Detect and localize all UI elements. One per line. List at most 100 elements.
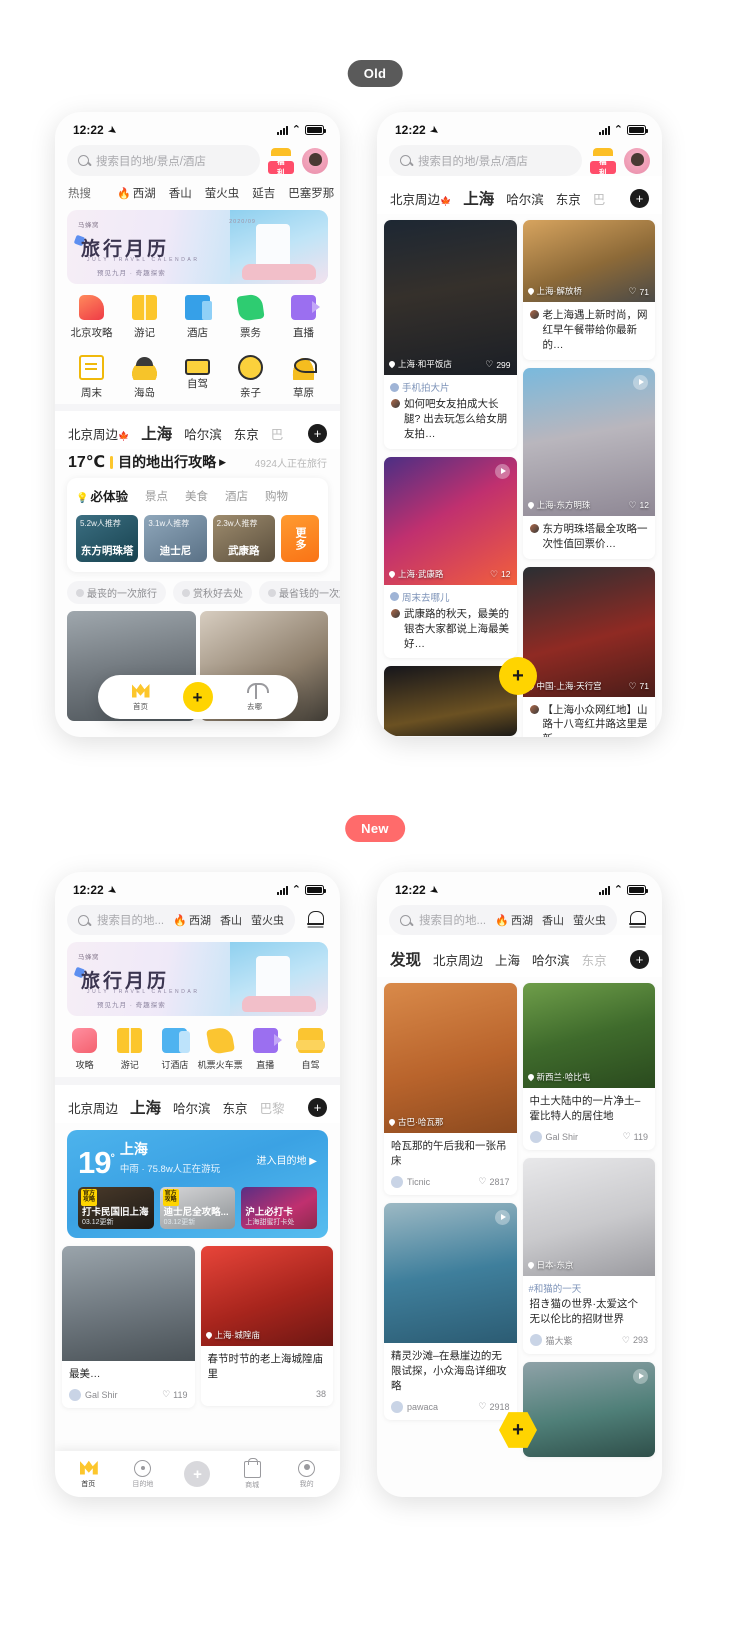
experience-item[interactable]: 2.3w人推荐 武康路 xyxy=(212,515,275,562)
add-city-button[interactable]: + xyxy=(630,188,649,208)
hot-chip-2[interactable]: 萤火虫 xyxy=(251,912,284,928)
hot-item-0[interactable]: 🔥 西湖 xyxy=(117,185,156,201)
search-input[interactable]: 搜索目的地... 🔥 西湖 香山 萤火虫 xyxy=(389,905,617,935)
hot-chip-0[interactable]: 🔥 西湖 xyxy=(495,912,533,928)
travel-calendar-banner[interactable]: 马蜂窝 2020/09 旅行月历 JULY TRAVEL CALENDAR 预见… xyxy=(67,210,328,284)
play-icon[interactable] xyxy=(494,1209,510,1225)
quick-entry-flight-train[interactable]: 机票火车票 xyxy=(198,1026,243,1071)
city-tab-tokyo[interactable]: 东京 xyxy=(556,189,581,208)
search-input[interactable]: 搜索目的地... 🔥 西湖 香山 萤火虫 xyxy=(67,905,295,935)
tab-destination[interactable]: 目的地 xyxy=(120,1459,166,1489)
feed-card[interactable]: 日本·东京 #和猫的一天 招き猫の世界·太爱这个无以伦比的招财世界 猫大紫 ♡ 2… xyxy=(522,1157,656,1354)
avatar[interactable] xyxy=(302,147,328,174)
tag-chip[interactable]: 赏秋好去处 xyxy=(173,581,252,604)
card-tag[interactable]: 周末去哪儿 xyxy=(384,585,517,604)
tag-chip[interactable]: 最丧的一次旅行 xyxy=(67,581,166,604)
card-likes[interactable]: ♡ 2817 xyxy=(478,1176,509,1187)
card-likes[interactable]: 38 xyxy=(316,1389,326,1399)
hot-item-3[interactable]: 延吉 xyxy=(252,185,275,201)
tab-hotel[interactable]: 酒店 xyxy=(225,488,248,504)
city-tab-partial[interactable]: 巴 xyxy=(271,424,284,443)
tab-where[interactable]: 去哪 xyxy=(227,682,283,712)
quick-entry-hotel[interactable]: 酒店 xyxy=(171,295,224,340)
create-post-fab[interactable]: + xyxy=(499,657,537,695)
experience-item[interactable]: 3.1w人推荐 迪士尼 xyxy=(144,515,207,562)
quick-entry-weekend[interactable]: 周末 xyxy=(65,355,118,400)
feed-card[interactable] xyxy=(522,1361,655,1457)
quick-entry-family[interactable]: 亲子 xyxy=(224,355,277,400)
card-tag[interactable]: #和猫的一天 xyxy=(523,1276,656,1295)
notification-bell-icon[interactable] xyxy=(302,907,328,933)
tab-must-experience[interactable]: 💡 必体验 xyxy=(76,486,128,505)
tab-shop[interactable]: 商城 xyxy=(229,1457,275,1490)
hot-chip-1[interactable]: 香山 xyxy=(220,912,242,928)
tab-create[interactable]: + xyxy=(174,1461,220,1487)
card-likes[interactable]: ♡ 119 xyxy=(162,1389,187,1400)
tab-beijing[interactable]: 北京周边 xyxy=(433,950,483,969)
hot-item-2[interactable]: 萤火虫 xyxy=(205,185,240,201)
hot-chip-1[interactable]: 香山 xyxy=(542,912,564,928)
feed-card[interactable]: 上海·东方明珠 ♡ 12 东方明珠塔最全攻略一次性值回票价… xyxy=(522,367,655,559)
city-tab-paris[interactable]: 巴黎 xyxy=(260,1098,285,1117)
feed-card[interactable]: 上海·城隍庙 春节时节的老上海城隍庙里 38 xyxy=(200,1246,333,1406)
quick-entry-hotel[interactable]: 订酒店 xyxy=(152,1028,197,1071)
city-tab-tokyo[interactable]: 东京 xyxy=(223,1098,248,1117)
add-city-button[interactable]: + xyxy=(308,423,327,443)
tab-harbin[interactable]: 哈尔滨 xyxy=(532,950,570,969)
travel-calendar-banner[interactable]: 马蜂窝 旅行月历 JULY TRAVEL CALENDAR 预见九月 · 奇趣探… xyxy=(67,942,328,1016)
card-likes[interactable]: ♡ 2918 xyxy=(478,1401,509,1412)
gift-welfare-button[interactable]: 福利 xyxy=(267,147,295,177)
card-tag[interactable]: 手机拍大片 xyxy=(384,375,517,394)
feed-card[interactable]: 新西兰·哈比屯 中土大陆中的一片净土–霍比特人的居住地 Gal Shir ♡ 11… xyxy=(522,983,655,1150)
city-tab-harbin[interactable]: 哈尔滨 xyxy=(173,1098,211,1117)
search-input[interactable]: 搜索目的地/景点/酒店 xyxy=(389,145,582,176)
hot-chip-2[interactable]: 萤火虫 xyxy=(573,912,606,928)
quick-entry-selfdrive[interactable]: 自驾 xyxy=(288,1028,333,1071)
quick-entry-guide[interactable]: 北京攻略 xyxy=(65,295,118,340)
city-tab-shanghai[interactable]: 上海 xyxy=(463,187,494,209)
guide-tile[interactable]: 官方攻略 迪士尼全攻略... 03.12更新 xyxy=(159,1187,236,1229)
quick-entry-live[interactable]: 直播 xyxy=(243,1028,288,1071)
experience-item[interactable]: 5.2w人推荐 东方明珠塔 xyxy=(76,515,139,562)
tab-home[interactable]: 首页 xyxy=(113,683,169,712)
tab-profile[interactable]: 我的 xyxy=(284,1459,330,1489)
quick-entry-live[interactable]: 直播 xyxy=(277,295,330,340)
guide-tile[interactable]: 官方攻略 打卡民国旧上海 03.12更新 xyxy=(78,1187,154,1229)
feed-card[interactable] xyxy=(384,666,517,737)
more-button[interactable]: 更多 xyxy=(280,515,319,562)
tab-home[interactable]: 首页 xyxy=(65,1460,111,1489)
city-tab-harbin[interactable]: 哈尔滨 xyxy=(506,189,544,208)
quick-entry-travelogue[interactable]: 游记 xyxy=(107,1028,152,1071)
gift-welfare-button[interactable]: 福利 xyxy=(589,147,617,177)
city-tab-harbin[interactable]: 哈尔滨 xyxy=(184,424,222,443)
tag-chip[interactable]: 最省钱的一次旅行 xyxy=(259,581,340,604)
hot-chip-0[interactable]: 🔥 西湖 xyxy=(173,912,211,928)
feed-card[interactable]: 精灵沙滩–在悬崖边的无限试探，小众海岛详细攻略 pawaca ♡ 2918 xyxy=(384,1202,517,1420)
quick-entry-guide[interactable]: 攻略 xyxy=(62,1028,107,1071)
quick-entry-selfdrive[interactable]: 自驾 xyxy=(171,355,224,400)
feed-card[interactable]: 古巴·哈瓦那 哈瓦那的午后我和一张吊床 Ticnic ♡ 2817 xyxy=(384,983,517,1195)
plus-icon[interactable]: + xyxy=(182,682,213,712)
city-tab-tokyo[interactable]: 东京 xyxy=(234,424,259,443)
quick-entry-grassland[interactable]: 草原 xyxy=(277,355,330,400)
city-tab-shanghai[interactable]: 上海 xyxy=(141,422,172,444)
tab-shanghai[interactable]: 上海 xyxy=(495,950,520,969)
feed-card[interactable]: 上海·和平饭店 ♡ 299 手机拍大片 如何吧女友拍成大长腿? 出去玩怎么给女朋友… xyxy=(384,220,517,449)
add-tab-button[interactable]: + xyxy=(630,949,649,969)
feed-card[interactable]: 中国·上海·天行宫 ♡71 【上海小众网红地】山路十八弯红井路这里是新… xyxy=(522,566,655,737)
play-icon[interactable] xyxy=(633,1368,648,1384)
tab-tokyo[interactable]: 东京 xyxy=(582,950,607,969)
city-tab-beijing[interactable]: 北京周边 xyxy=(68,1098,118,1117)
play-icon[interactable] xyxy=(633,374,648,390)
tab-attractions[interactable]: 景点 xyxy=(145,488,168,504)
play-icon[interactable] xyxy=(494,463,510,479)
city-tab-beijing[interactable]: 北京周边🍁 xyxy=(68,424,129,443)
add-city-button[interactable]: + xyxy=(308,1097,327,1117)
city-tab-partial[interactable]: 巴 xyxy=(593,189,606,208)
city-tab-beijing[interactable]: 北京周边🍁 xyxy=(390,189,451,208)
feed-card[interactable]: 最美… Gal Shir ♡ 119 xyxy=(62,1246,195,1408)
quick-entry-travelogue[interactable]: 游记 xyxy=(118,295,171,340)
guide-tile[interactable]: 沪上必打卡 上海甜蜜打卡处 xyxy=(241,1187,318,1229)
enter-destination-link[interactable]: 进入目的地 ▶ xyxy=(257,1152,317,1167)
search-input[interactable]: 搜索目的地/景点/酒店 xyxy=(67,145,260,176)
